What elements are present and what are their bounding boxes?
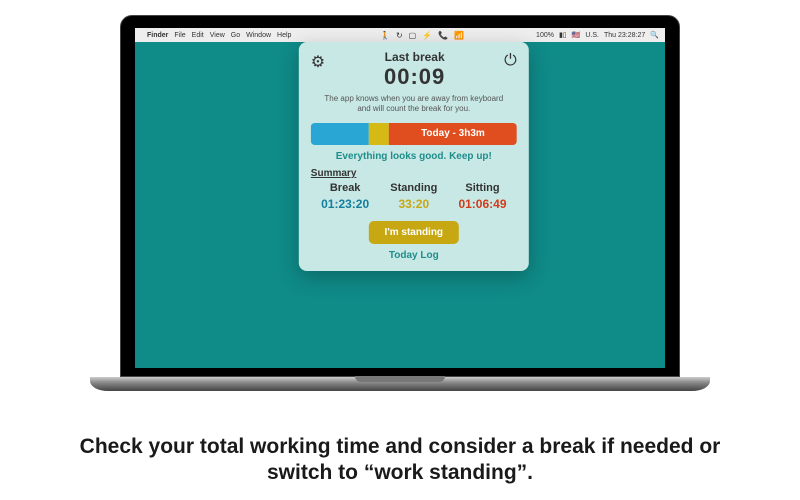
- summary-col-break: Break 01:23:20: [311, 182, 380, 211]
- power-icon[interactable]: ⏻: [504, 52, 517, 90]
- col-sitting-heading: Sitting: [448, 182, 517, 194]
- menu-help[interactable]: Help: [277, 32, 291, 39]
- settings-gear-icon[interactable]: ⚙: [311, 52, 325, 90]
- marketing-caption: Check your total working time and consid…: [0, 434, 800, 487]
- laptop-base: [90, 377, 710, 391]
- bluetooth-tray-icon[interactable]: ⚡: [422, 31, 432, 40]
- col-break-heading: Break: [311, 182, 380, 194]
- today-progress-bar: Today - 3h3m: [311, 123, 517, 145]
- menu-go[interactable]: Go: [231, 32, 240, 39]
- battery-icon: ▮▯: [559, 31, 567, 39]
- bar-segment-break: [311, 123, 369, 145]
- status-message: Everything looks good. Keep up!: [311, 151, 517, 162]
- today-log-link[interactable]: Today Log: [311, 250, 517, 261]
- mac-menubar: Finder File Edit View Go Window Help 🚶 ↻…: [135, 28, 665, 42]
- last-break-time: 00:09: [325, 64, 504, 90]
- summary-columns: Break 01:23:20 Standing 33:20 Sitting 01…: [311, 182, 517, 211]
- app-popover: ⚙ Last break 00:09 ⏻ The app knows when …: [299, 42, 529, 271]
- im-standing-button[interactable]: I'm standing: [369, 221, 460, 244]
- col-break-value: 01:23:20: [311, 197, 380, 211]
- airplay-tray-icon[interactable]: ▢: [409, 31, 417, 40]
- screen-bezel: Finder File Edit View Go Window Help 🚶 ↻…: [120, 15, 680, 377]
- col-standing-heading: Standing: [379, 182, 448, 194]
- menu-file[interactable]: File: [174, 32, 185, 39]
- wifi-tray-icon[interactable]: 📶: [454, 31, 464, 40]
- input-flag-icon[interactable]: 🇺🇸: [572, 31, 581, 39]
- phone-tray-icon[interactable]: 📞: [438, 31, 448, 40]
- spotlight-icon[interactable]: 🔍: [650, 31, 659, 39]
- desktop-screen: Finder File Edit View Go Window Help 🚶 ↻…: [135, 28, 665, 368]
- battery-percent: 100%: [536, 32, 554, 39]
- bar-segment-sitting: Today - 3h3m: [389, 123, 517, 145]
- menubar-clock[interactable]: Thu 23:28:27: [604, 32, 645, 39]
- popover-description: The app knows when you are away from key…: [317, 94, 511, 115]
- menubar-app-name[interactable]: Finder: [147, 32, 168, 39]
- laptop-notch: [355, 376, 445, 382]
- menu-edit[interactable]: Edit: [192, 32, 204, 39]
- col-standing-value: 33:20: [379, 197, 448, 211]
- bar-segment-standing: [368, 123, 389, 145]
- menu-view[interactable]: View: [210, 32, 225, 39]
- laptop-mockup: Finder File Edit View Go Window Help 🚶 ↻…: [120, 15, 680, 391]
- summary-heading: Summary: [311, 168, 517, 179]
- input-locale[interactable]: U.S.: [585, 32, 599, 39]
- summary-col-sitting: Sitting 01:06:49: [448, 182, 517, 211]
- summary-col-standing: Standing 33:20: [379, 182, 448, 211]
- col-sitting-value: 01:06:49: [448, 197, 517, 211]
- menu-window[interactable]: Window: [246, 32, 271, 39]
- last-break-label: Last break: [325, 50, 504, 64]
